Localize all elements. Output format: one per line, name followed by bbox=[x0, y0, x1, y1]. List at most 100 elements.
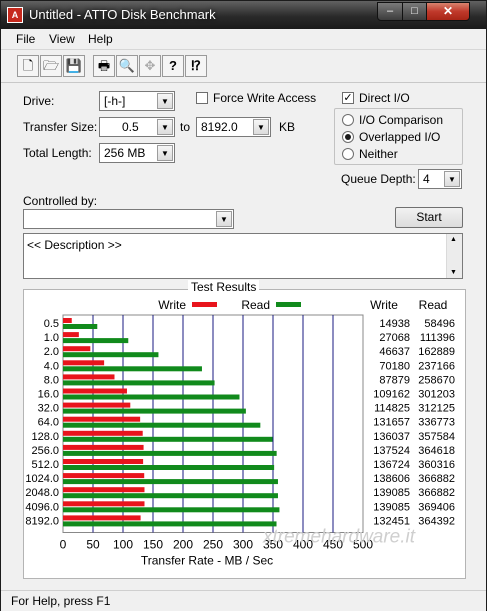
description-scrollbar[interactable]: ▲ ▼ bbox=[446, 234, 462, 278]
description-textarea[interactable]: << Description >> ▲ ▼ bbox=[23, 233, 463, 279]
neither-label: Neither bbox=[359, 147, 398, 161]
y-tick-label: 16.0 bbox=[38, 389, 59, 401]
y-tick-label: 512.0 bbox=[31, 459, 59, 471]
y-tick-label: 2.0 bbox=[44, 346, 59, 358]
drive-label: Drive: bbox=[23, 94, 55, 108]
start-button[interactable]: Start bbox=[395, 207, 463, 228]
chevron-down-icon[interactable]: ▼ bbox=[157, 93, 173, 109]
chevron-down-icon[interactable]: ▼ bbox=[157, 119, 173, 135]
force-write-checkbox[interactable] bbox=[196, 92, 208, 104]
new-icon[interactable]: 🗋 bbox=[17, 55, 39, 77]
read-bar bbox=[63, 338, 129, 344]
close-button[interactable]: ✕ bbox=[426, 2, 470, 21]
title-bar[interactable]: A Untitled - ATTO Disk Benchmark – □ ✕ bbox=[1, 1, 486, 29]
read-bar bbox=[63, 366, 202, 372]
menu-help[interactable]: Help bbox=[88, 32, 113, 46]
to-label: to bbox=[180, 120, 191, 134]
read-value-label: 312125 bbox=[418, 403, 455, 415]
write-value-label: 137524 bbox=[373, 445, 410, 457]
help-icon[interactable]: ? bbox=[162, 55, 184, 77]
write-value-label: 138606 bbox=[373, 473, 410, 485]
y-tick-label: 8192.0 bbox=[25, 515, 59, 527]
drive-select[interactable]: [-h-] ▼ bbox=[99, 91, 175, 111]
atto-app-icon[interactable]: A bbox=[7, 7, 23, 23]
write-value-label: 114825 bbox=[374, 403, 410, 415]
write-bar bbox=[63, 402, 131, 408]
read-value-label: 301203 bbox=[418, 389, 455, 401]
print-icon[interactable]: 🖶 bbox=[93, 55, 115, 77]
total-length-value: 256 MB bbox=[104, 146, 146, 160]
read-value-label: 366882 bbox=[418, 473, 455, 485]
read-bar bbox=[63, 493, 278, 499]
write-bar bbox=[63, 444, 144, 450]
chevron-down-icon[interactable]: ▼ bbox=[216, 211, 232, 227]
chevron-down-icon[interactable]: ▼ bbox=[157, 145, 173, 161]
force-write-label: Force Write Access bbox=[213, 91, 317, 105]
controlled-by-select[interactable]: ▼ bbox=[23, 209, 234, 229]
write-value-label: 139085 bbox=[373, 501, 410, 513]
total-length-select[interactable]: 256 MB ▼ bbox=[99, 143, 175, 163]
write-bar bbox=[63, 318, 72, 323]
write-value-label: 136724 bbox=[373, 459, 410, 471]
save-icon[interactable]: 💾 bbox=[63, 55, 85, 77]
read-value-label: 366882 bbox=[418, 487, 455, 499]
y-tick-label: 0.5 bbox=[44, 318, 59, 330]
queue-depth-label: Queue Depth: bbox=[341, 172, 416, 186]
write-column-header: Write bbox=[370, 298, 398, 312]
scroll-down-icon[interactable]: ▼ bbox=[450, 269, 457, 276]
move-icon[interactable]: ✥ bbox=[139, 55, 161, 77]
scroll-up-icon[interactable]: ▲ bbox=[450, 236, 457, 243]
write-value-label: 46637 bbox=[379, 346, 410, 358]
chevron-down-icon[interactable]: ▼ bbox=[253, 119, 269, 135]
neither-radio[interactable] bbox=[342, 148, 354, 160]
read-bar bbox=[63, 436, 273, 442]
y-tick-label: 4096.0 bbox=[25, 501, 59, 513]
write-bar bbox=[63, 487, 145, 493]
x-tick-label: 250 bbox=[203, 538, 223, 552]
description-text: << Description >> bbox=[27, 238, 122, 252]
read-value-label: 364618 bbox=[418, 445, 455, 457]
direct-io-checkbox[interactable]: ✓ bbox=[342, 92, 354, 104]
open-icon[interactable]: 🗁 bbox=[40, 55, 62, 77]
io-comparison-label: I/O Comparison bbox=[359, 113, 444, 127]
read-bar bbox=[63, 394, 240, 400]
total-length-label: Total Length: bbox=[23, 146, 92, 160]
read-bar bbox=[63, 352, 159, 358]
write-bar bbox=[63, 360, 105, 366]
write-bar bbox=[63, 473, 145, 479]
print-preview-icon[interactable]: 🔍 bbox=[116, 55, 138, 77]
write-value-label: 87879 bbox=[379, 374, 410, 386]
write-value-label: 14938 bbox=[379, 318, 410, 330]
legend-read-label: Read bbox=[241, 298, 270, 312]
y-tick-label: 32.0 bbox=[38, 403, 59, 415]
menu-view[interactable]: View bbox=[49, 32, 75, 46]
overlapped-io-label: Overlapped I/O bbox=[359, 130, 441, 144]
transfer-size-label: Transfer Size: bbox=[23, 120, 98, 134]
context-help-icon[interactable]: ⁉ bbox=[185, 55, 207, 77]
transfer-from-select[interactable]: 0.5 ▼ bbox=[99, 117, 175, 137]
read-value-label: 364392 bbox=[418, 515, 455, 527]
window-title: Untitled - ATTO Disk Benchmark bbox=[29, 7, 216, 22]
maximize-button[interactable]: □ bbox=[402, 2, 427, 21]
menu-file[interactable]: File bbox=[16, 32, 35, 46]
io-comparison-radio[interactable] bbox=[342, 114, 354, 126]
minimize-button[interactable]: – bbox=[377, 2, 403, 21]
y-tick-label: 2048.0 bbox=[25, 487, 59, 499]
transfer-to-select[interactable]: 8192.0 ▼ bbox=[196, 117, 271, 137]
queue-depth-select[interactable]: 4 ▼ bbox=[418, 169, 462, 189]
write-bar bbox=[63, 416, 141, 422]
write-value-label: 131657 bbox=[373, 417, 410, 429]
write-value-label: 70180 bbox=[379, 360, 410, 372]
write-bar bbox=[63, 459, 144, 464]
results-chart: 0 50 100 150 200 250 300 350 400 450 500Write Read W… bbox=[25, 298, 455, 568]
legend-write-swatch bbox=[192, 302, 217, 307]
overlapped-io-radio[interactable] bbox=[342, 131, 354, 143]
write-bar bbox=[63, 388, 127, 394]
transfer-to-value: 8192.0 bbox=[201, 120, 238, 134]
chevron-down-icon[interactable]: ▼ bbox=[444, 171, 460, 187]
x-tick-label: 150 bbox=[143, 538, 163, 552]
unit-label: KB bbox=[279, 120, 296, 134]
drive-value: [-h-] bbox=[104, 94, 126, 108]
read-bar bbox=[63, 324, 98, 329]
read-value-label: 58496 bbox=[424, 318, 455, 330]
